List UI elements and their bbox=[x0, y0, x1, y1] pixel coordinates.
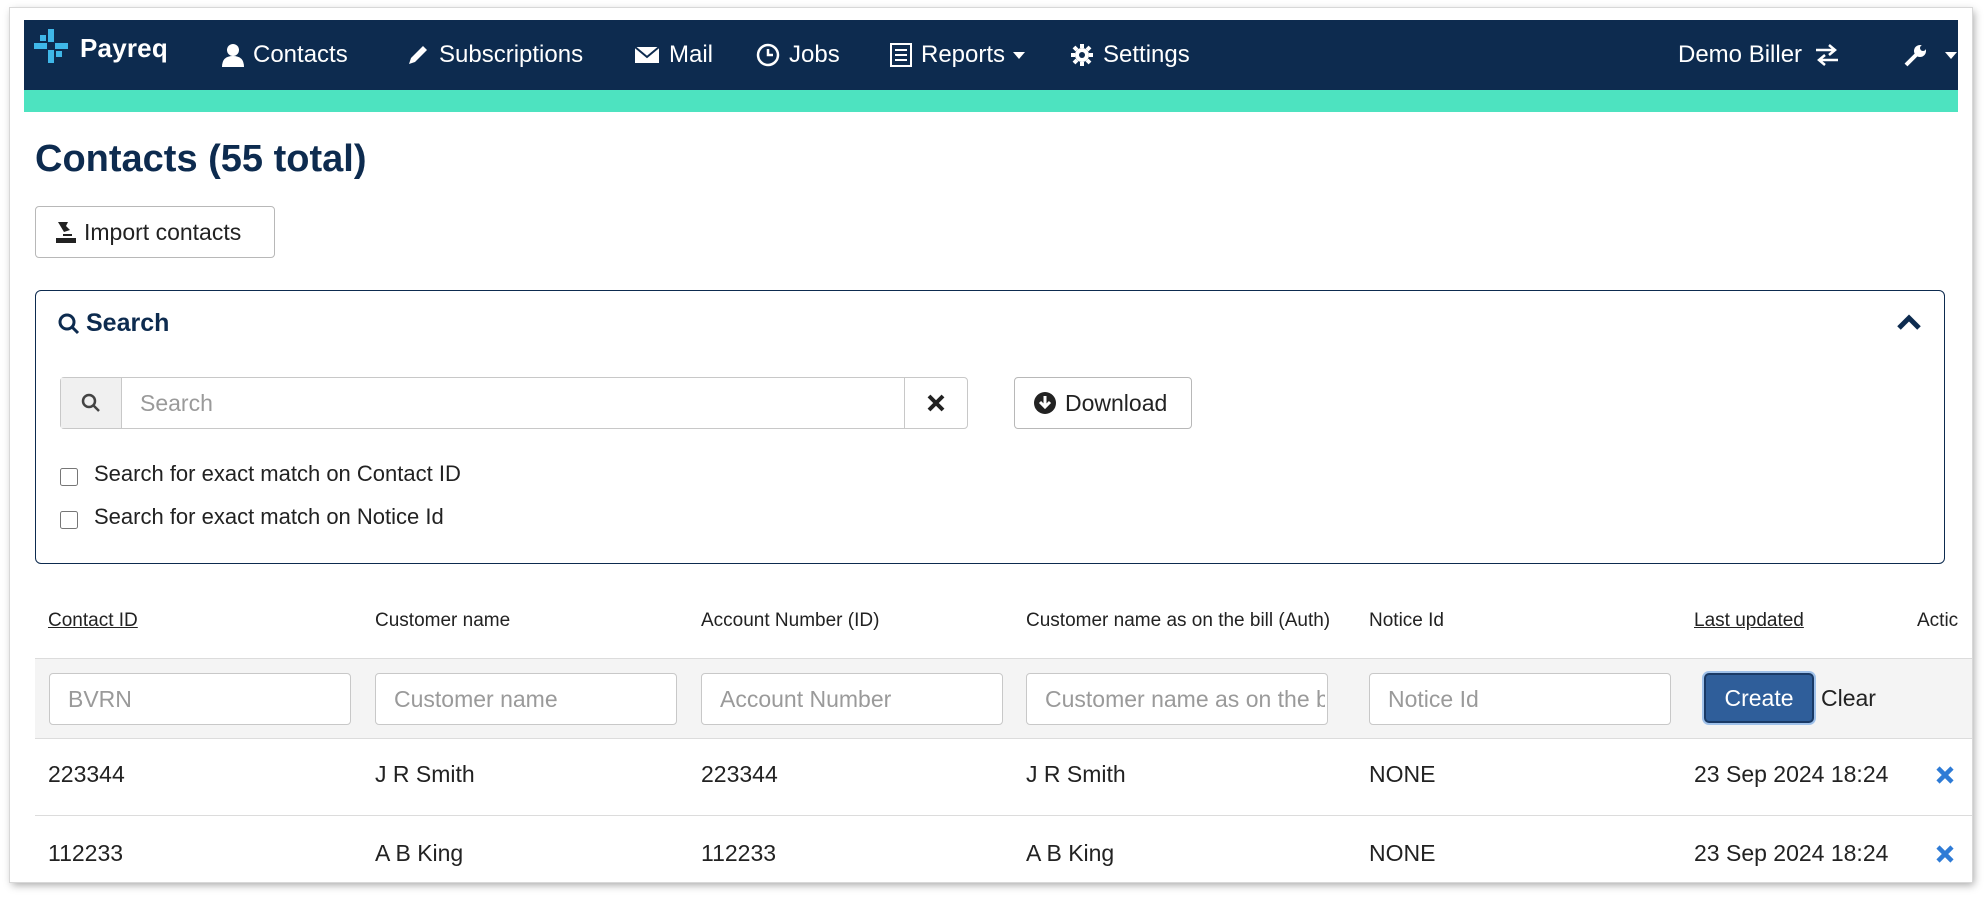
cell-last-updated: 23 Sep 2024 18:24 bbox=[1694, 761, 1889, 787]
search-input[interactable] bbox=[122, 378, 904, 428]
nav-reports-label: Reports bbox=[921, 41, 1006, 68]
nav-jobs-label: Jobs bbox=[789, 41, 840, 68]
gear-icon bbox=[1071, 44, 1093, 66]
page-title: Contacts (55 total) bbox=[35, 138, 367, 180]
search-icon bbox=[81, 393, 100, 412]
download-icon bbox=[1034, 392, 1056, 414]
search-panel: Search Download Search for exact match o… bbox=[35, 290, 1945, 564]
chevron-up-icon[interactable] bbox=[1896, 313, 1922, 331]
clear-filters-button[interactable]: Clear bbox=[1821, 685, 1876, 712]
download-button[interactable]: Download bbox=[1014, 377, 1192, 429]
filter-row: Create Clear bbox=[35, 658, 1972, 739]
search-panel-title[interactable]: Search bbox=[58, 309, 169, 338]
exact-notice-id-option: Search for exact match on Notice Id bbox=[60, 504, 444, 530]
current-user-name: Demo Biller bbox=[1678, 41, 1803, 68]
filter-contact-id[interactable] bbox=[49, 673, 351, 725]
cell-customer-name: A B King bbox=[375, 840, 464, 866]
pencil-icon bbox=[409, 46, 427, 64]
import-contacts-label: Import contacts bbox=[84, 218, 242, 245]
clear-search-button[interactable] bbox=[904, 378, 967, 428]
filter-customer-name-bill[interactable] bbox=[1026, 673, 1328, 725]
nav-mail-label: Mail bbox=[669, 41, 714, 68]
close-icon bbox=[927, 394, 945, 412]
filter-notice-id[interactable] bbox=[1369, 673, 1671, 725]
chevron-down-icon bbox=[1945, 51, 1957, 59]
list-icon bbox=[890, 43, 912, 67]
exact-notice-id-label: Search for exact match on Notice Id bbox=[94, 504, 444, 529]
search-panel-title-label: Search bbox=[86, 309, 170, 337]
search-addon bbox=[61, 378, 122, 428]
filter-account-number[interactable] bbox=[701, 673, 1003, 725]
nav-subscriptions-label: Subscriptions bbox=[439, 41, 584, 68]
table-row[interactable]: 223344 J R Smith 223344 J R Smith NONE 2… bbox=[35, 737, 1972, 816]
tools-menu[interactable] bbox=[1904, 40, 1957, 70]
cell-last-updated: 23 Sep 2024 18:24 bbox=[1694, 840, 1889, 866]
user-switcher[interactable]: Demo Biller bbox=[1678, 40, 1849, 70]
table-row[interactable]: 112233 A B King 112233 A B King NONE 23 … bbox=[35, 816, 1972, 882]
cell-contact-id: 112233 bbox=[48, 840, 124, 866]
exact-contact-id-checkbox[interactable] bbox=[60, 468, 78, 486]
payreq-logo-icon bbox=[34, 28, 68, 68]
user-icon bbox=[222, 44, 244, 67]
download-label: Download bbox=[1065, 389, 1168, 416]
nav-mail[interactable]: Mail bbox=[634, 40, 713, 70]
accent-bar bbox=[24, 90, 1958, 112]
switch-arrows-icon bbox=[1816, 44, 1839, 66]
nav-contacts-label: Contacts bbox=[253, 41, 348, 68]
exact-contact-id-option: Search for exact match on Contact ID bbox=[60, 461, 461, 487]
header-customer-name-bill: Customer name as on the bill (Auth) bbox=[1026, 610, 1331, 631]
delete-icon[interactable] bbox=[1935, 844, 1955, 864]
clock-icon bbox=[756, 43, 780, 67]
header-contact-id[interactable]: Contact ID bbox=[48, 610, 138, 632]
cell-name-on-bill: J R Smith bbox=[1026, 761, 1126, 787]
brand-name: Payreq bbox=[80, 32, 168, 63]
nav-jobs[interactable]: Jobs bbox=[756, 40, 840, 70]
delete-icon[interactable] bbox=[1935, 765, 1955, 785]
header-last-updated[interactable]: Last updated bbox=[1694, 610, 1804, 632]
search-input-group bbox=[60, 377, 968, 429]
header-customer-name: Customer name bbox=[375, 610, 511, 631]
chevron-down-icon bbox=[1013, 51, 1026, 59]
cell-name-on-bill: A B King bbox=[1026, 840, 1115, 866]
wrench-icon bbox=[1904, 45, 1926, 67]
envelope-icon bbox=[634, 46, 660, 63]
nav-contacts[interactable]: Contacts bbox=[222, 40, 348, 70]
nav-settings-label: Settings bbox=[1103, 41, 1190, 68]
top-navbar: Payreq Contacts Subscriptions Mail Jobs … bbox=[24, 20, 1958, 90]
import-icon bbox=[56, 222, 76, 243]
create-button[interactable]: Create bbox=[1704, 673, 1814, 723]
header-notice-id: Notice Id bbox=[1369, 610, 1444, 631]
header-actions: Actic bbox=[1917, 610, 1959, 631]
nav-subscriptions[interactable]: Subscriptions bbox=[406, 40, 583, 70]
filter-customer-name[interactable] bbox=[375, 673, 677, 725]
cell-notice-id: NONE bbox=[1369, 840, 1436, 866]
exact-contact-id-label: Search for exact match on Contact ID bbox=[94, 461, 461, 486]
app-window: Payreq Contacts Subscriptions Mail Jobs … bbox=[10, 8, 1972, 882]
brand-logo[interactable]: Payreq bbox=[34, 28, 168, 68]
cell-contact-id: 223344 bbox=[48, 761, 125, 787]
exact-notice-id-checkbox[interactable] bbox=[60, 511, 78, 529]
header-account-number: Account Number (ID) bbox=[701, 610, 880, 631]
cell-notice-id: NONE bbox=[1369, 761, 1436, 787]
nav-settings[interactable]: Settings bbox=[1070, 40, 1190, 70]
nav-reports[interactable]: Reports bbox=[890, 40, 1026, 70]
cell-account-number: 223344 bbox=[701, 761, 778, 787]
import-contacts-button[interactable]: Import contacts bbox=[35, 206, 275, 258]
cell-account-number: 112233 bbox=[701, 840, 777, 866]
search-icon bbox=[58, 313, 80, 334]
cell-customer-name: J R Smith bbox=[375, 761, 475, 787]
